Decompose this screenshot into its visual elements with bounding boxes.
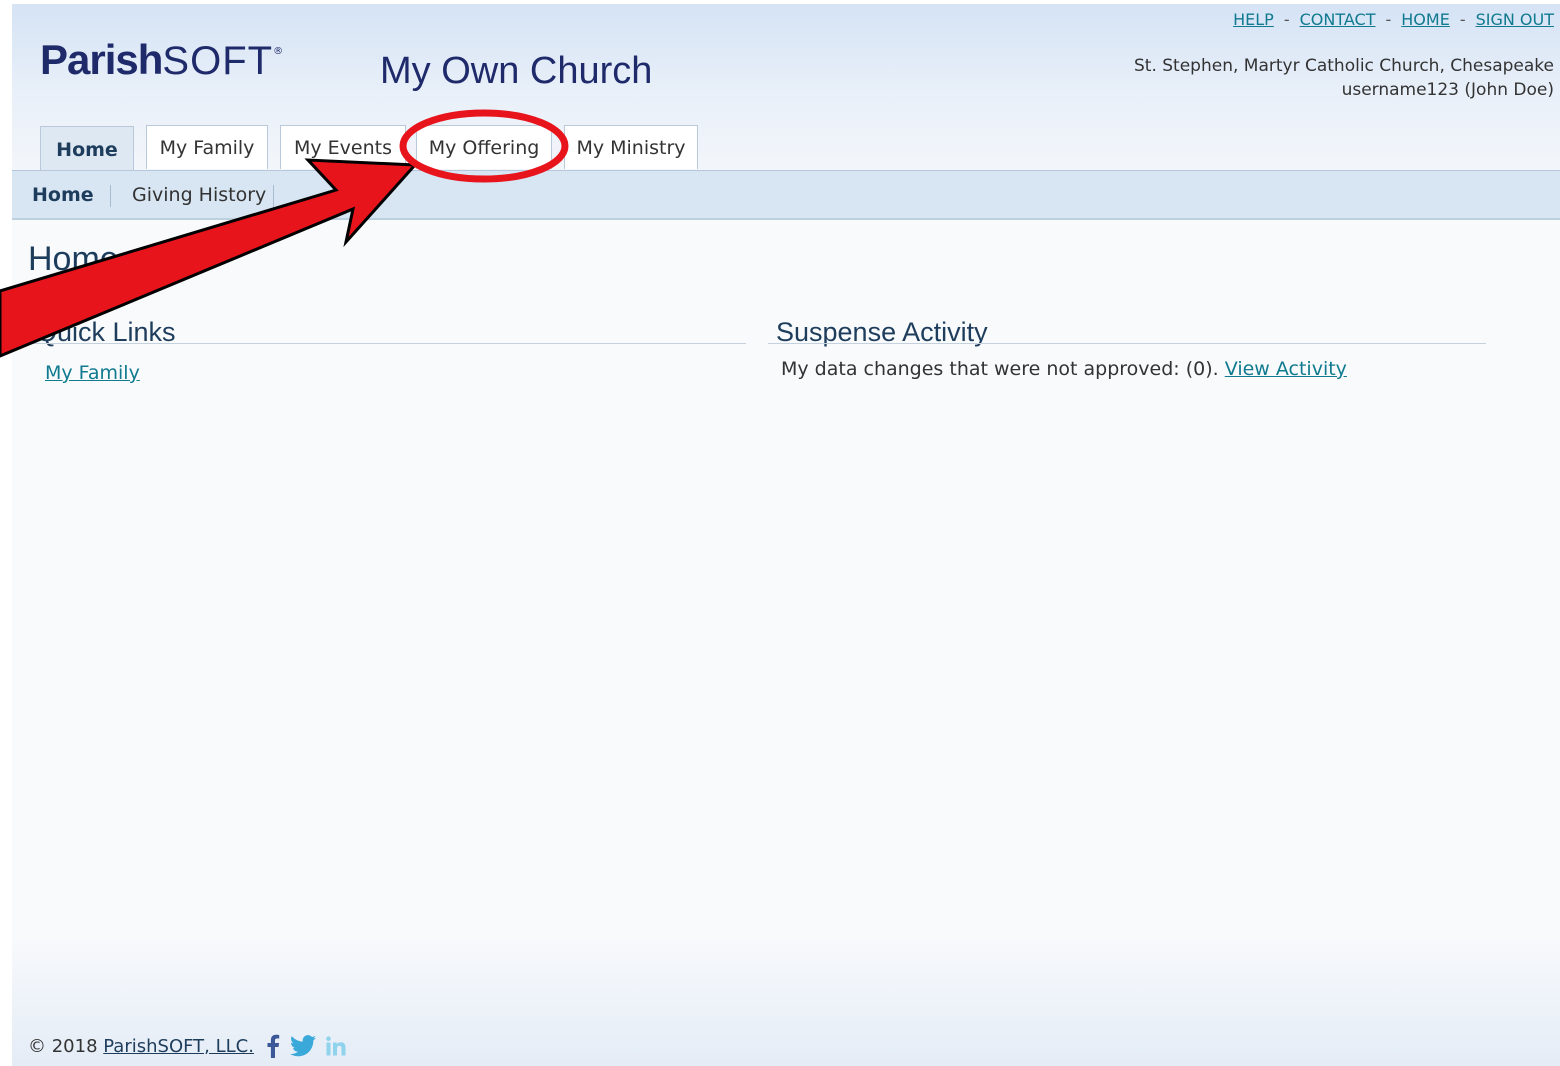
page: ParishSOFT® My Own Church HELP - CONTACT - H… bbox=[12, 4, 1560, 1066]
company-link[interactable]: ParishSOFT, LLC. bbox=[103, 1036, 254, 1057]
home-link[interactable]: HOME bbox=[1401, 10, 1450, 29]
suspense-activity-rule bbox=[768, 343, 1486, 344]
sign-out-link[interactable]: SIGN OUT bbox=[1476, 10, 1554, 29]
help-link[interactable]: HELP bbox=[1233, 10, 1274, 29]
subnav-divider bbox=[110, 185, 111, 207]
tab-my-family[interactable]: My Family bbox=[146, 125, 268, 169]
account-info: St. Stephen, Martyr Catholic Church, Che… bbox=[1134, 54, 1554, 102]
tab-home[interactable]: Home bbox=[40, 126, 134, 173]
twitter-icon[interactable] bbox=[289, 1035, 316, 1057]
logo-word-soft: SOFT bbox=[162, 39, 274, 83]
parishsoft-logo[interactable]: ParishSOFT® bbox=[40, 36, 283, 86]
copyright-text: © 2018 bbox=[28, 1035, 98, 1057]
quick-links-rule bbox=[28, 343, 746, 344]
quick-link-my-family[interactable]: My Family bbox=[45, 362, 140, 384]
contact-link[interactable]: CONTACT bbox=[1300, 10, 1376, 29]
tab-my-events[interactable]: My Events bbox=[280, 125, 406, 169]
top-links: HELP - CONTACT - HOME - SIGN OUT bbox=[1233, 10, 1554, 29]
subnav-divider bbox=[273, 185, 274, 207]
link-separator: - bbox=[1385, 10, 1392, 29]
view-activity-link[interactable]: View Activity bbox=[1225, 358, 1347, 380]
link-separator: - bbox=[1459, 10, 1466, 29]
suspense-activity-text: My data changes that were not approved: … bbox=[781, 358, 1347, 380]
header: ParishSOFT® My Own Church HELP - CONTACT - H… bbox=[12, 4, 1560, 173]
user-name: username123 (John Doe) bbox=[1341, 80, 1554, 100]
sub-navigation: Home Giving History bbox=[12, 170, 1560, 220]
link-separator: - bbox=[1283, 10, 1290, 29]
logo-registered-mark: ® bbox=[273, 46, 284, 57]
organization-name: St. Stephen, Martyr Catholic Church, Che… bbox=[1133, 56, 1554, 76]
linkedin-icon[interactable] bbox=[326, 1036, 346, 1056]
subnav-giving-history[interactable]: Giving History bbox=[132, 184, 266, 206]
tab-my-ministry[interactable]: My Ministry bbox=[564, 125, 698, 169]
social-links bbox=[266, 1034, 346, 1058]
tab-my-offering[interactable]: My Offering bbox=[416, 125, 552, 169]
subnav-home[interactable]: Home bbox=[32, 184, 94, 206]
facebook-icon[interactable] bbox=[266, 1034, 280, 1058]
suspense-activity-message: My data changes that were not approved: … bbox=[781, 358, 1219, 380]
page-title: Home bbox=[28, 240, 119, 278]
footer: © 2018 ParishSOFT, LLC. bbox=[28, 1034, 346, 1058]
logo-word-parish: Parish bbox=[40, 36, 163, 83]
church-name: My Own Church bbox=[380, 50, 653, 92]
